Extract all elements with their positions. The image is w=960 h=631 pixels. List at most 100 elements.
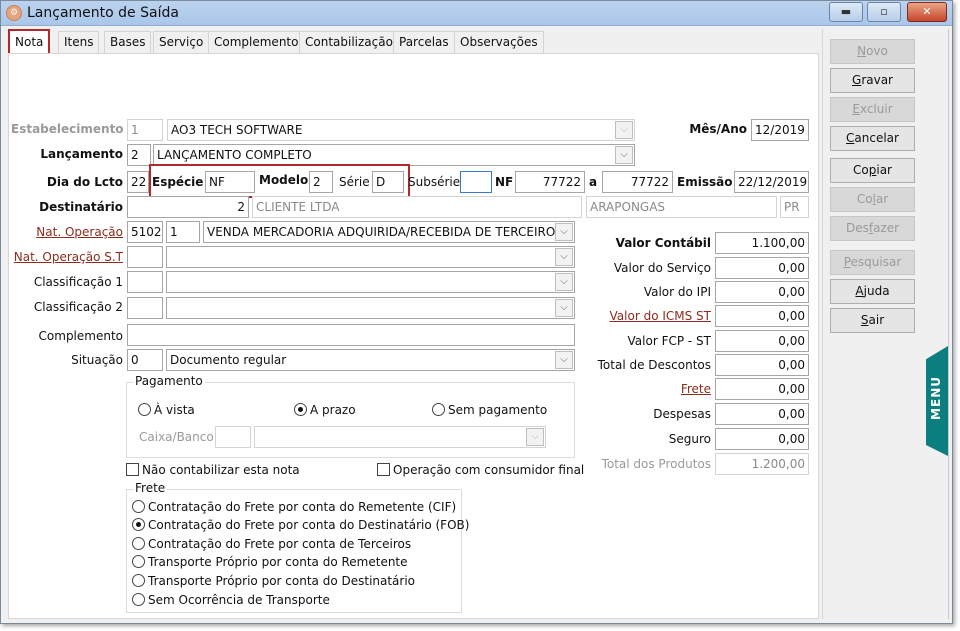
cancelar-button[interactable]: Cancelar (830, 126, 915, 151)
frete-option-proprio-remetente[interactable]: Transporte Próprio por conta do Remetent… (132, 555, 408, 569)
frete-group: Frete Contratação do Frete por conta do … (126, 481, 469, 613)
tab-observacoes-efd[interactable]: Observações EFD (454, 31, 544, 69)
total-descontos-field[interactable]: 0,00 (715, 354, 809, 376)
nat-operacao-st-combo[interactable]: ⌵ (166, 246, 575, 268)
classificacao2-combo[interactable]: ⌵ (166, 297, 575, 319)
frete-option-sem-ocorrencia[interactable]: Sem Ocorrência de Transporte (132, 593, 330, 607)
subserie-field[interactable] (460, 171, 492, 193)
chevron-down-icon[interactable]: ⌵ (555, 351, 573, 369)
complemento-field[interactable] (127, 324, 575, 346)
radio-selected-icon (132, 518, 145, 531)
chevron-down-icon[interactable]: ⌵ (555, 299, 573, 317)
dia-lcto-label: Dia do Lcto (46, 175, 123, 189)
pagamento-title: Pagamento (133, 374, 205, 388)
classificacao2-code-field[interactable] (127, 297, 163, 319)
modelo-field[interactable]: 2 (309, 171, 333, 193)
lancamento-combo[interactable]: LANÇAMENTO COMPLETO ⌵ (153, 144, 635, 166)
nat-operacao-seq-field[interactable]: 1 (166, 221, 200, 243)
estabelecimento-combo[interactable]: AO3 TECH SOFTWARE ⌵ (167, 119, 635, 141)
tab-nota[interactable]: Nota (8, 29, 51, 53)
pagamento-a-prazo-label: A prazo (310, 403, 356, 417)
caixa-banco-combo[interactable]: ⌵ (254, 426, 546, 448)
mes-ano-field[interactable]: 12/2019 (751, 119, 809, 141)
minimize-button[interactable]: ▬ (829, 2, 863, 22)
valor-icms-st-link[interactable]: Valor do ICMS ST (581, 309, 711, 323)
tab-itens[interactable]: Itens (58, 31, 100, 53)
close-button[interactable]: ✕ (907, 2, 947, 22)
mnemonic-letter: G (852, 73, 862, 87)
menu-tab-label: MENU (929, 376, 943, 420)
serie-field[interactable]: D (372, 171, 404, 193)
complemento-label: Complemento (38, 329, 123, 343)
consumidor-final-checkbox[interactable]: Operação com consumidor final (377, 463, 584, 477)
frete-option-cif[interactable]: Contratação do Frete por conta do Remete… (132, 500, 456, 514)
frete-option-proprio-destinatario[interactable]: Transporte Próprio por conta do Destinat… (132, 574, 415, 588)
chevron-down-icon[interactable]: ⌵ (615, 146, 633, 164)
chevron-down-icon[interactable]: ⌵ (615, 121, 633, 139)
radio-icon (132, 500, 145, 513)
frete-link[interactable]: Frete (581, 382, 711, 396)
gravar-button[interactable]: Gravar (830, 68, 915, 93)
valor-ipi-field[interactable]: 0,00 (715, 281, 809, 303)
desfazer-button[interactable]: Desfazer (830, 216, 915, 241)
radio-icon (132, 537, 145, 550)
mnemonic-letter: f (868, 221, 874, 235)
pagamento-a-vista-radio[interactable]: À vista (138, 403, 195, 417)
valor-contabil-field[interactable]: 1.100,00 (715, 232, 809, 254)
ajuda-button[interactable]: Ajuda (830, 279, 915, 304)
despesas-field[interactable]: 0,00 (715, 403, 809, 425)
tab-bases[interactable]: Bases (104, 31, 152, 53)
situacao-combo[interactable]: Documento regular ⌵ (166, 349, 575, 371)
action-sidebar: Novo Gravar Excluir Cancelar Copiar Cola… (822, 29, 922, 619)
frete-option-terceiros[interactable]: Contratação do Frete por conta de Tercei… (132, 537, 411, 551)
tab-contabilizacao[interactable]: Contabilização (299, 31, 399, 53)
frete-option-label: Contratação do Frete por conta do Remete… (148, 500, 457, 514)
nat-operacao-combo[interactable]: VENDA MERCADORIA ADQUIRIDA/RECEBIDA DE T… (203, 221, 575, 243)
classificacao1-code-field[interactable] (127, 271, 163, 293)
window-title: Lançamento de Saída (27, 5, 179, 21)
emissao-field[interactable]: 22/12/2019 (734, 171, 809, 193)
nf-from-field[interactable]: 77722 (515, 171, 585, 193)
serie-label: Série (339, 175, 370, 189)
estabelecimento-code-field[interactable]: 1 (127, 119, 163, 141)
valor-icms-st-field[interactable]: 0,00 (715, 305, 809, 327)
colar-button[interactable]: Colar (830, 187, 915, 212)
sair-button[interactable]: Sair (830, 308, 915, 333)
chevron-down-icon[interactable]: ⌵ (555, 223, 573, 241)
menu-tab[interactable]: MENU (926, 346, 948, 456)
copiar-button[interactable]: Copiar (830, 158, 915, 183)
radio-icon (432, 403, 445, 416)
excluir-button[interactable]: Excluir (830, 97, 915, 122)
frete-option-fob[interactable]: Contratação do Frete por conta do Destin… (132, 518, 469, 532)
novo-button[interactable]: Novo (830, 39, 915, 64)
caixa-banco-code-field[interactable] (215, 426, 251, 448)
chevron-down-icon[interactable]: ⌵ (526, 428, 544, 446)
pagamento-sem-pagamento-radio[interactable]: Sem pagamento (432, 403, 547, 417)
valor-servico-field[interactable]: 0,00 (715, 257, 809, 279)
nat-operacao-code-field[interactable]: 5102 (127, 221, 163, 243)
chevron-down-icon[interactable]: ⌵ (555, 248, 573, 266)
dia-lcto-field[interactable]: 22 (127, 171, 149, 193)
frete-value-field[interactable]: 0,00 (715, 378, 809, 400)
nf-to-field[interactable]: 77722 (602, 171, 673, 193)
nat-operacao-st-code-field[interactable] (127, 246, 163, 268)
classificacao1-combo[interactable]: ⌵ (166, 271, 575, 293)
nao-contabilizar-checkbox[interactable]: Não contabilizar esta nota (126, 463, 300, 477)
situacao-code-field[interactable]: 0 (127, 349, 163, 371)
maximize-button[interactable]: ▫ (867, 2, 901, 22)
pagamento-a-prazo-radio[interactable]: A prazo (294, 403, 356, 417)
nat-operacao-link[interactable]: Nat. Operação (11, 225, 123, 239)
tab-complemento[interactable]: Complemento (208, 31, 305, 53)
pesquisar-button[interactable]: Pesquisar (830, 250, 915, 275)
tab-parcelas[interactable]: Parcelas (393, 31, 455, 53)
tab-servico[interactable]: Serviço (153, 31, 210, 53)
valor-fcp-st-field[interactable]: 0,00 (715, 330, 809, 352)
situacao-label: Situação (71, 353, 123, 367)
destinatario-code-field[interactable]: 2 (127, 196, 249, 218)
chevron-down-icon[interactable]: ⌵ (555, 273, 573, 291)
nat-operacao-st-link[interactable]: Nat. Operação S.T (11, 250, 123, 264)
lancamento-code-field[interactable]: 2 (127, 144, 151, 166)
classificacao2-label: Classificação 2 (33, 300, 123, 314)
seguro-field[interactable]: 0,00 (715, 428, 809, 450)
especie-field[interactable]: NF (205, 171, 255, 193)
